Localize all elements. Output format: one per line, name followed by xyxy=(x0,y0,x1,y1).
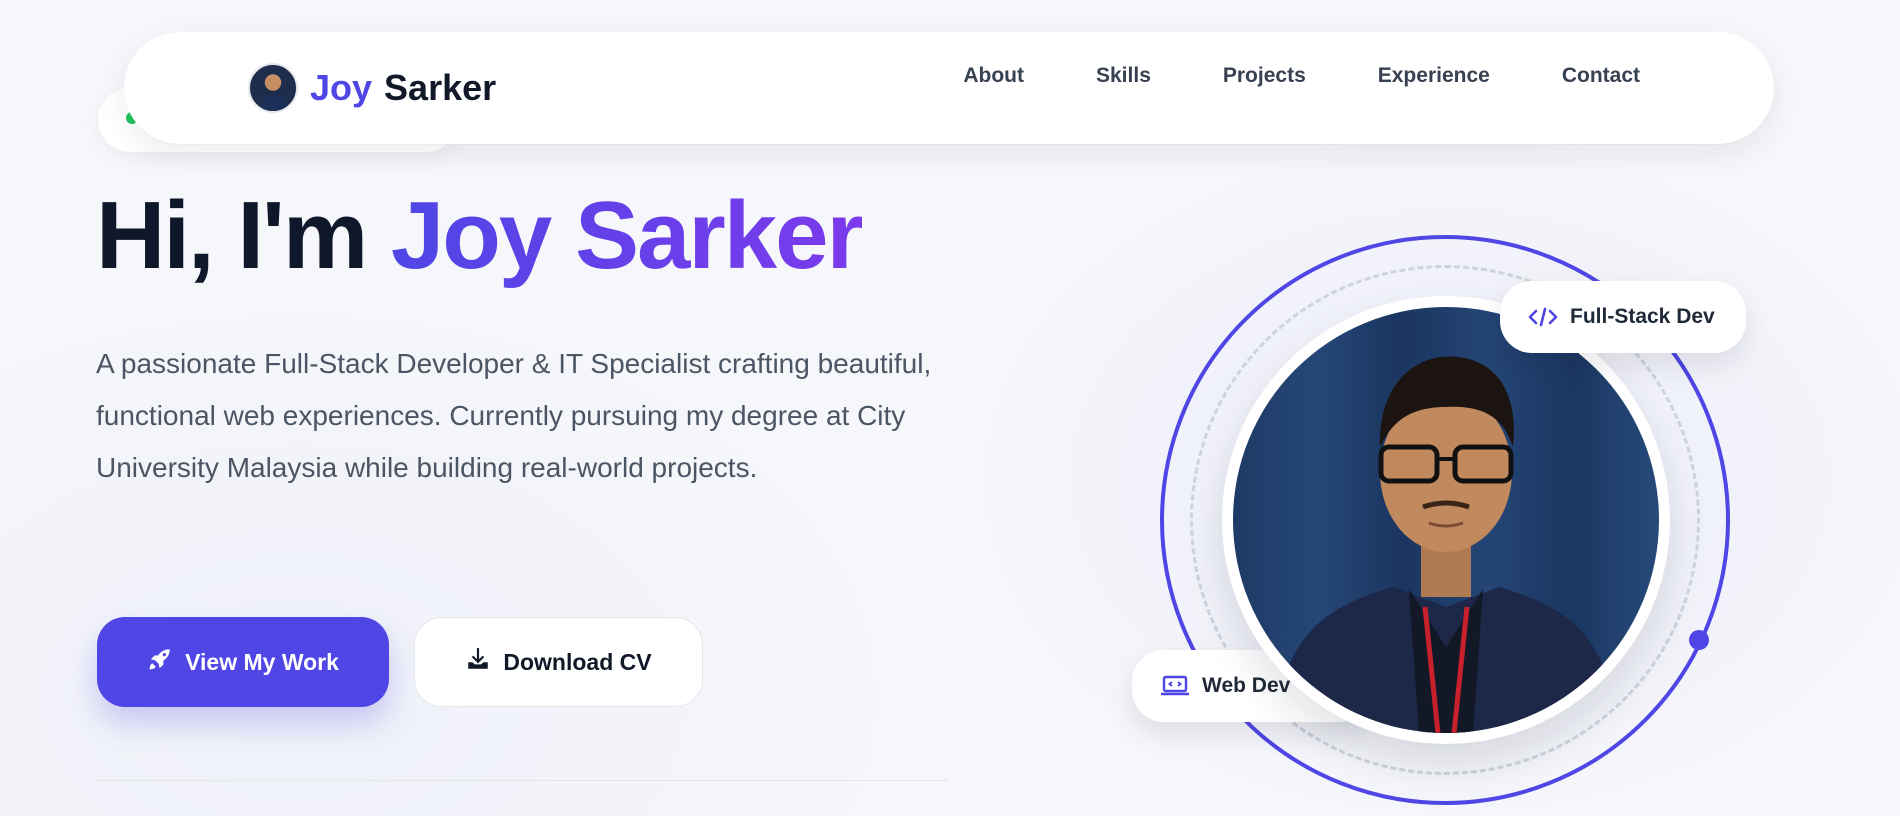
navbar: Joy Sarker About Skills Projects Experie… xyxy=(124,32,1774,144)
download-cv-button[interactable]: Download CV xyxy=(414,617,703,707)
profile-photo xyxy=(1233,307,1659,733)
ring-orbit-dot xyxy=(1689,630,1709,650)
rocket-icon xyxy=(147,646,173,678)
view-my-work-label: View My Work xyxy=(185,648,339,675)
avatar xyxy=(248,63,298,113)
badge-full-stack-dev-label: Full-Stack Dev xyxy=(1570,305,1715,328)
nav-link-contact[interactable]: Contact xyxy=(1562,64,1640,88)
brand-last-name: Sarker xyxy=(384,67,497,108)
hero-name: Joy Sarker xyxy=(390,182,864,289)
laptop-code-icon xyxy=(1160,674,1190,698)
download-cv-label: Download CV xyxy=(503,648,652,675)
nav-link-projects[interactable]: Projects xyxy=(1223,64,1306,88)
nav-links: About Skills Projects Experience Contact xyxy=(963,64,1640,88)
download-icon xyxy=(465,646,491,678)
hero-description: A passionate Full-Stack Developer & IT S… xyxy=(96,348,932,483)
badge-full-stack-dev: Full-Stack Dev xyxy=(1500,281,1746,353)
hero-title: Hi, I'm Joy Sarker xyxy=(96,178,864,293)
nav-link-skills[interactable]: Skills xyxy=(1096,64,1151,88)
divider xyxy=(96,780,948,781)
hero-greeting: Hi, I'm xyxy=(96,182,368,289)
brand-logo[interactable]: Joy Sarker xyxy=(248,63,496,113)
brand-first-name: Joy xyxy=(310,67,373,108)
badge-web-dev-label: Web Dev xyxy=(1202,674,1291,697)
nav-link-experience[interactable]: Experience xyxy=(1378,64,1490,88)
code-icon xyxy=(1528,306,1558,328)
nav-link-about[interactable]: About xyxy=(963,64,1024,88)
view-my-work-button[interactable]: View My Work xyxy=(97,617,389,707)
